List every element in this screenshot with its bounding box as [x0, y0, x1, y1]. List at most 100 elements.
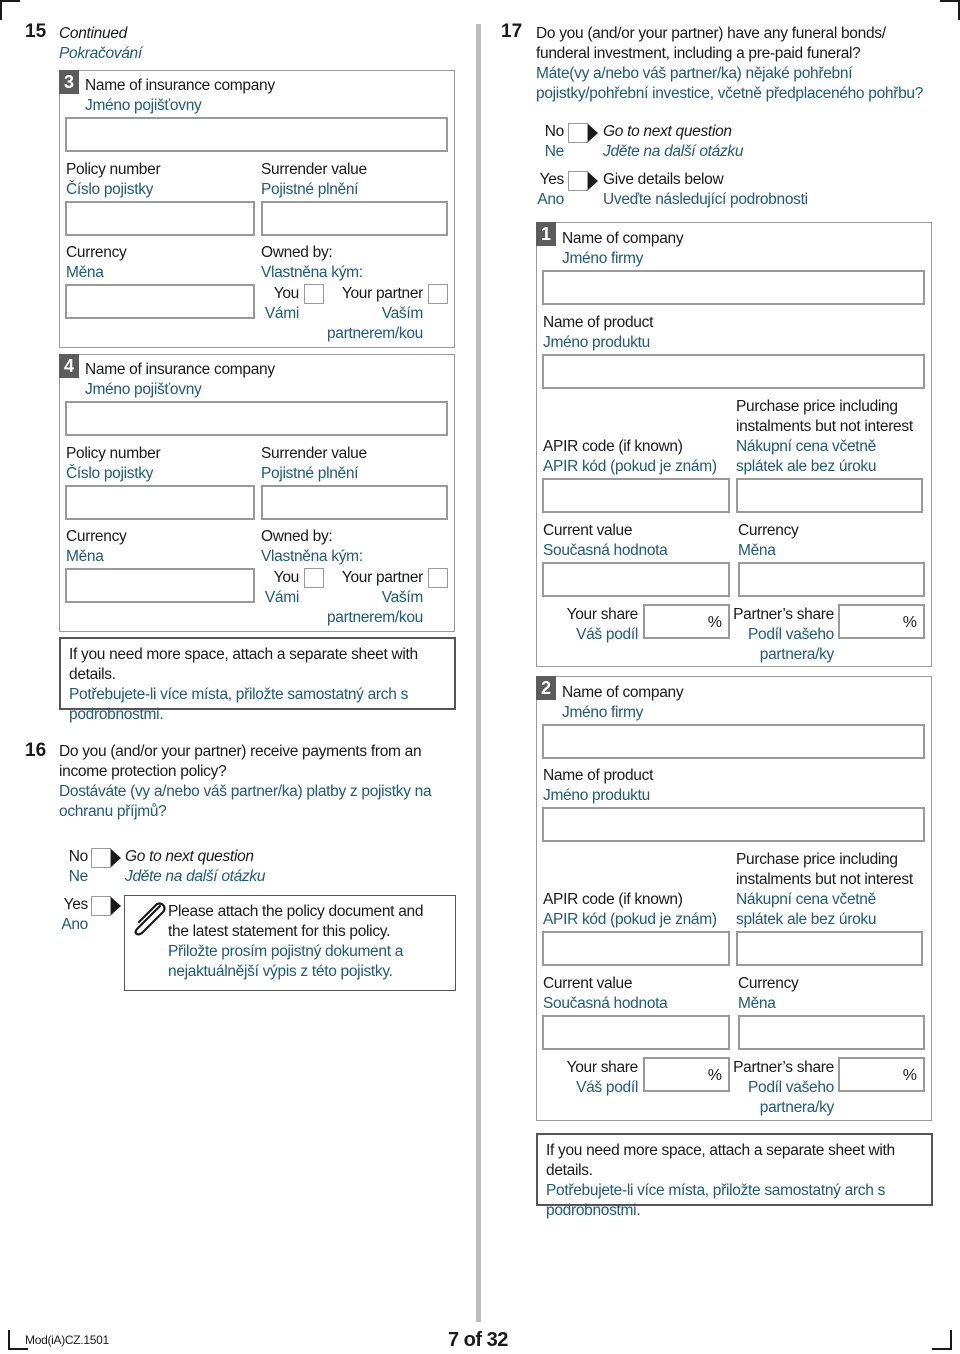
apir-label-cz: APIR kód (pokud je znám) — [543, 911, 717, 928]
surrender-value-label-en: Surrender value — [261, 161, 367, 178]
policy-index-badge: 4 — [59, 354, 79, 378]
company-label-cz: Jméno pojišťovny — [85, 97, 202, 114]
company-label-cz: Jméno firmy — [562, 704, 644, 721]
apir-code-input[interactable] — [542, 478, 730, 513]
purchase-price-input[interactable] — [736, 931, 923, 966]
attach-text-cz: Přiložte prosím pojistný dokument a — [168, 943, 404, 960]
go-next-label-cz: Jděte na další otázku — [603, 143, 744, 160]
no-label-cz: Ne — [544, 143, 565, 160]
product-label-en: Name of product — [543, 314, 654, 331]
yes-label-cz: Ano — [537, 191, 564, 208]
purchase-price-input[interactable] — [736, 478, 923, 513]
currency-label-en: Currency — [738, 522, 799, 539]
page-number: 7 of 32 — [448, 1329, 508, 1351]
purchase-price-label-en-2: instalments but not interest — [736, 418, 913, 435]
no-label-cz: Ne — [68, 868, 89, 885]
insurance-company-input[interactable] — [65, 117, 448, 152]
continued-label: Continued — [59, 25, 127, 42]
surrender-value-input[interactable] — [261, 201, 448, 236]
company-label-cz: Jméno firmy — [562, 250, 644, 267]
your-share-input[interactable]: % — [643, 1057, 730, 1092]
go-next-label-en: Go to next question — [125, 848, 254, 865]
policy-number-input[interactable] — [65, 201, 255, 236]
company-label: Name of company Jméno firmy — [562, 229, 684, 269]
q16-question-en: Do you (and/or your partner) receive pay… — [59, 743, 422, 760]
go-next-label-cz: Jděte na další otázku — [125, 868, 266, 885]
company-label-en: Name of company — [562, 684, 684, 701]
surrender-value-label: Surrender value Pojistné plnění — [261, 160, 367, 200]
currency-label: Currency Měna — [66, 527, 127, 567]
company-label-cz: Jméno pojišťovny — [85, 381, 202, 398]
current-value-input[interactable] — [542, 1015, 730, 1050]
owner-partner-label-cz: Vaším — [381, 305, 424, 322]
yes-label-cz: Ano — [61, 916, 88, 933]
q17-no-action: Go to next question Jděte na další otázk… — [603, 122, 743, 162]
partner-share-label-en: Partner’s share — [733, 1059, 834, 1076]
your-share-label-en: Your share — [566, 606, 639, 623]
owner-partner-label-cz-2: partnerem/kou — [326, 325, 423, 342]
percent-sign: % — [707, 614, 722, 631]
your-share-label-en: Your share — [566, 1059, 639, 1076]
q17-question: Do you (and/or your partner) have any fu… — [536, 24, 956, 104]
q17-question-cz-2: pojistky/pohřební investice, včetně před… — [536, 85, 924, 102]
currency-input[interactable] — [65, 284, 255, 319]
currency-input[interactable] — [738, 562, 925, 597]
q16-no-checkbox[interactable] — [91, 848, 111, 868]
your-share-label-cz: Váš podíl — [576, 1079, 638, 1096]
partner-share-input[interactable]: % — [838, 1057, 925, 1092]
surrender-value-label-en: Surrender value — [261, 445, 367, 462]
owner-partner-label-en: Your partner — [341, 285, 423, 302]
owner-partner-checkbox[interactable] — [428, 284, 448, 304]
yes-label-en: Yes — [539, 171, 565, 188]
policy-number-label: Policy number Číslo pojistky — [66, 444, 161, 484]
insurance-company-input[interactable] — [65, 401, 448, 436]
company-label: Name of insurance company Jméno pojišťov… — [85, 360, 275, 400]
q17-no-checkbox[interactable] — [568, 123, 588, 143]
more-space-note-cz-2: podrobnostmi. — [546, 1202, 641, 1219]
attach-text-en-2: the latest statement for this policy. — [168, 923, 391, 940]
surrender-value-label: Surrender value Pojistné plnění — [261, 444, 367, 484]
your-share-input[interactable]: % — [643, 604, 730, 639]
apir-code-input[interactable] — [542, 931, 730, 966]
percent-sign: % — [902, 614, 917, 631]
owner-you-label-en: You — [273, 569, 300, 586]
current-value-label-en: Current value — [543, 975, 633, 992]
currency-input[interactable] — [738, 1015, 925, 1050]
paperclip-icon — [134, 902, 166, 936]
form-code: Mod(iA)CZ.1501 — [25, 1333, 109, 1347]
owner-partner-checkbox[interactable] — [428, 568, 448, 588]
purchase-price-label-en: Purchase price including — [736, 398, 898, 415]
no-label-en: No — [68, 848, 89, 865]
q16-no-label: No Ne — [55, 847, 89, 887]
product-name-input[interactable] — [542, 354, 925, 389]
policy-number-input[interactable] — [65, 485, 255, 520]
owner-partner-label: Your partner Vaším partnerem/kou — [320, 568, 423, 628]
give-details-label-cz: Uveďte následující podrobnosti — [603, 191, 808, 208]
q16-yes-checkbox[interactable] — [91, 896, 111, 916]
q16-question-en-2: income protection policy? — [59, 763, 227, 780]
owned-by-label: Owned by: Vlastněna kým: — [261, 527, 363, 567]
arrow-right-icon — [588, 172, 598, 190]
company-name-input[interactable] — [542, 270, 925, 305]
more-space-note: If you need more space, attach a separat… — [59, 637, 456, 723]
company-label-en: Name of insurance company — [85, 77, 275, 94]
question-number: 15 — [25, 21, 47, 42]
partner-share-label-cz: Podíl vašeho — [747, 626, 834, 643]
more-space-note: If you need more space, attach a separat… — [536, 1133, 933, 1219]
surrender-value-input[interactable] — [261, 485, 448, 520]
currency-label: Currency Měna — [738, 521, 799, 561]
q15-header: Continued Pokračování — [59, 24, 142, 64]
currency-label-cz: Měna — [738, 542, 776, 559]
partner-share-input[interactable]: % — [838, 604, 925, 639]
owned-by-label-cz: Vlastněna kým: — [261, 548, 363, 565]
policy-number-label-cz: Číslo pojistky — [66, 465, 154, 482]
company-name-input[interactable] — [542, 724, 925, 759]
q17-yes-checkbox[interactable] — [568, 171, 588, 191]
column-divider — [476, 24, 481, 1322]
q16-no-action: Go to next question Jděte na další otázk… — [125, 847, 265, 887]
product-label-cz: Jméno produktu — [543, 787, 650, 804]
purchase-price-label: Purchase price including instalments but… — [736, 850, 913, 930]
product-name-input[interactable] — [542, 807, 925, 842]
current-value-input[interactable] — [542, 562, 730, 597]
currency-input[interactable] — [65, 568, 255, 603]
